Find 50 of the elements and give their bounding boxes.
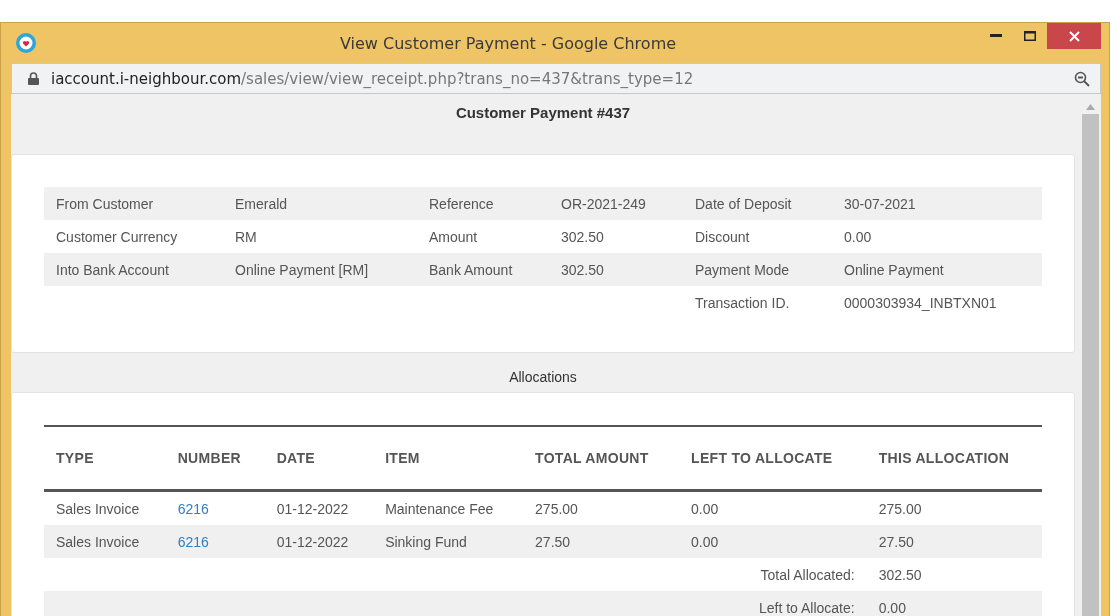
- total-label: Total Allocated:: [44, 558, 867, 591]
- field-value: OR-2021-249: [549, 187, 683, 220]
- field-label: Customer Currency: [55, 227, 179, 247]
- field-label: Amount: [428, 227, 479, 247]
- scrollbar-thumb[interactable]: [1081, 114, 1099, 616]
- table-cell: 27.50: [866, 525, 1042, 558]
- field-label: Payment Mode: [683, 253, 832, 286]
- total-value: 302.50: [866, 558, 1042, 591]
- field-value: Online Payment [RM]: [223, 253, 417, 286]
- app-logo-icon: [15, 32, 37, 54]
- field-label: Discount: [694, 227, 751, 247]
- field-label: Into Bank Account: [44, 253, 223, 286]
- url-text: iaccount.i-neighbour.com/sales/view/view_receipt.php?trans_no=437&trans_type=12: [51, 69, 695, 88]
- invoice-link[interactable]: 6216: [177, 533, 209, 550]
- field-value: 302.50: [560, 227, 605, 247]
- maximize-icon[interactable]: [1024, 31, 1036, 41]
- invoice-link[interactable]: 6216: [177, 500, 209, 517]
- field-label: Bank Amount: [417, 253, 549, 286]
- table-cell: 275.00: [523, 490, 680, 525]
- table-cell: 0.00: [679, 525, 867, 558]
- table-cell: 275.00: [866, 490, 1042, 525]
- table-cell: Maintenance Fee: [373, 490, 524, 525]
- field-value: 0.00: [843, 227, 873, 247]
- section-title: Allocations: [508, 368, 578, 387]
- table-cell: Sinking Fund: [373, 525, 524, 558]
- zoom-out-icon[interactable]: [1074, 70, 1090, 87]
- minimize-icon[interactable]: [990, 34, 1002, 38]
- total-value: 0.00: [866, 591, 1042, 616]
- table-cell: 27.50: [523, 525, 680, 558]
- field-value: Emerald: [223, 187, 417, 220]
- window-title: View Customer Payment - Google Chrome: [338, 33, 678, 53]
- field-value: Online Payment: [832, 253, 1042, 286]
- close-button[interactable]: [1047, 23, 1101, 49]
- field-label: Transaction ID.: [694, 293, 791, 313]
- field-value: 302.50: [549, 253, 683, 286]
- field-value: 0000303934_INBTXN01: [843, 293, 998, 313]
- table-cell: 01-12-2022: [264, 490, 374, 525]
- page-title: Customer Payment #437: [454, 103, 632, 123]
- table-cell: 01-12-2022: [264, 525, 374, 558]
- lock-icon: [28, 72, 39, 85]
- field-value: 30-07-2021: [832, 187, 1042, 220]
- field-label: Date of Deposit: [683, 187, 832, 220]
- table-cell: 0.00: [679, 490, 867, 525]
- total-label: Left to Allocate:: [44, 591, 867, 616]
- field-label: Reference: [417, 187, 549, 220]
- field-label: From Customer: [44, 187, 223, 220]
- close-icon[interactable]: [1068, 30, 1080, 42]
- table-cell: Sales Invoice: [44, 525, 166, 558]
- field-value: RM: [234, 227, 258, 247]
- table-cell: Sales Invoice: [44, 490, 166, 525]
